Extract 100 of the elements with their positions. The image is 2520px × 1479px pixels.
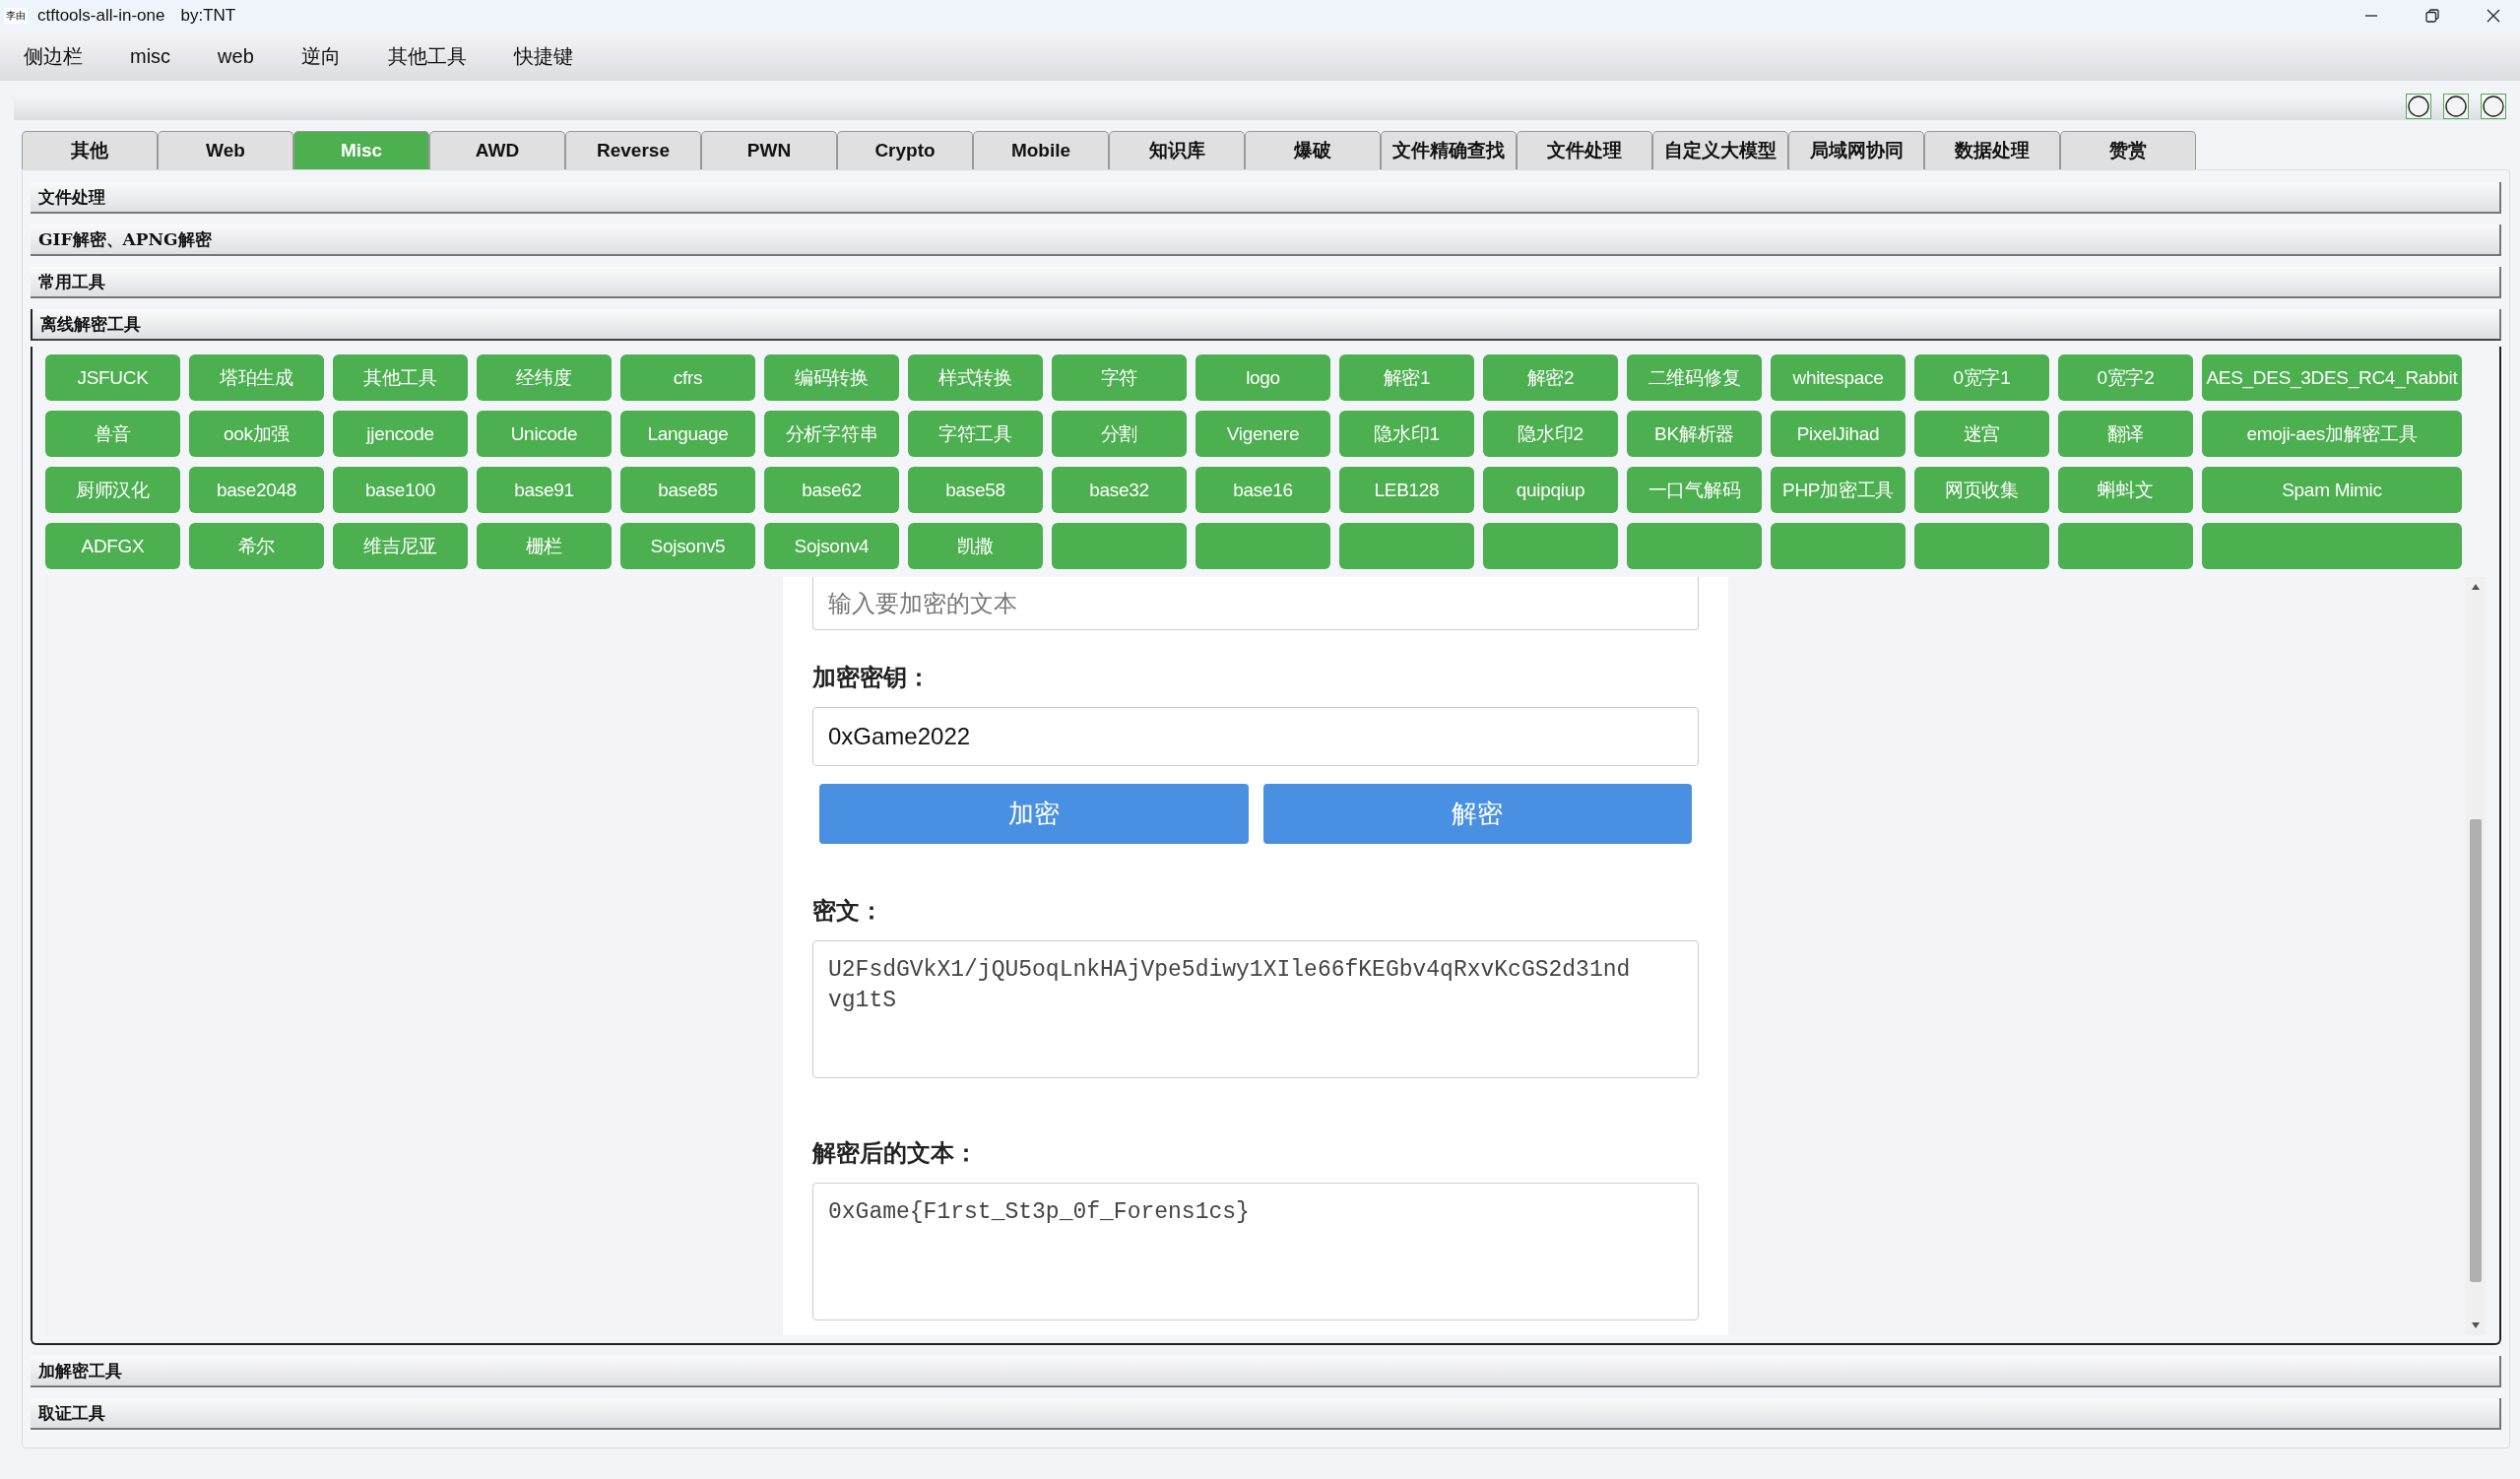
tool-button[interactable]: PixelJihad [1771,411,1906,457]
tab[interactable]: 爆破 [1245,131,1381,169]
tool-button[interactable]: base2048 [189,467,324,513]
menu-item[interactable]: 其他工具 [387,42,467,70]
tool-button[interactable]: base85 [620,467,755,513]
tab[interactable]: Crypto [837,131,973,169]
tool-button[interactable]: 隐水印2 [1483,411,1618,457]
tab[interactable]: 自定义大模型 [1652,131,1788,169]
tool-button[interactable]: base16 [1195,467,1330,513]
tab[interactable]: 知识库 [1109,131,1245,169]
tool-button[interactable]: 分析字符串 [764,411,899,457]
circle-icon[interactable] [2443,94,2469,119]
tool-button[interactable]: 一口气解码 [1627,467,1762,513]
tab[interactable]: 局域网协同 [1788,131,1924,169]
tab[interactable]: Mobile [973,131,1109,169]
tool-button[interactable]: 0宽字1 [1914,354,2049,401]
tool-button[interactable]: 解密2 [1483,354,1618,401]
tool-button[interactable]: Sojsonv4 [764,523,899,569]
tool-button[interactable]: Sojsonv5 [620,523,755,569]
menu-item[interactable]: 逆向 [300,42,341,70]
tool-button[interactable]: 厨师汉化 [45,467,180,513]
tool-button[interactable]: quipqiup [1483,467,1618,513]
tab[interactable]: 文件处理 [1517,131,1652,169]
menu-item[interactable]: 快捷键 [513,42,573,70]
tool-button[interactable]: Spam Mimic [2202,467,2462,513]
section-header[interactable]: GIF解密、APNG解密 [31,225,2501,256]
tool-button[interactable] [1483,523,1618,569]
tool-button[interactable]: AES_DES_3DES_RC4_Rabbit [2202,354,2462,401]
key-field[interactable]: 0xGame2022 [812,707,1699,766]
tool-button[interactable]: whitespace [1771,354,1906,401]
tool-button[interactable]: base58 [908,467,1043,513]
tool-button[interactable]: 凯撒 [908,523,1043,569]
section-header[interactable]: 取证工具 [31,1398,2501,1430]
scroll-down-icon[interactable] [2471,1321,2481,1329]
tool-button[interactable]: 解密1 [1339,354,1474,401]
plaintext-area[interactable]: 0xGame{F1rst_St3p_0f_Forens1cs} [812,1183,1699,1320]
tool-button[interactable]: ADFGX [45,523,180,569]
tool-button[interactable]: 经纬度 [477,354,612,401]
section-header[interactable]: 常用工具 [31,267,2501,298]
tool-button[interactable]: Vigenere [1195,411,1330,457]
action-button[interactable]: 加密 [819,784,1249,844]
tool-button[interactable]: 塔珀生成 [189,354,324,401]
tab[interactable]: PWN [701,131,837,169]
tab[interactable]: AWD [429,131,565,169]
tool-button[interactable] [2058,523,2193,569]
menu-item[interactable]: 侧边栏 [24,42,83,70]
action-button[interactable]: 解密 [1262,784,1692,844]
tool-button[interactable]: 字符工具 [908,411,1043,457]
ciphertext-area[interactable]: U2FsdGVkX1/jQU5oqLnkHAjVpe5diwy1XIle66fKEGbv4qRxvKcGS2d31ndvg1tS [812,940,1699,1078]
tool-button[interactable]: emoji-aes加解密工具 [2202,411,2462,457]
tool-button[interactable]: jjencode [333,411,468,457]
tool-button[interactable]: ook加强 [189,411,324,457]
tool-button[interactable]: cfrs [620,354,755,401]
tab[interactable]: 数据处理 [1924,131,2060,169]
tool-button[interactable]: BK解析器 [1627,411,1762,457]
section-header[interactable]: 离线解密工具 [31,309,2501,341]
tool-button[interactable]: 栅栏 [477,523,612,569]
tab[interactable]: Web [158,131,293,169]
tab[interactable]: 赞赏 [2060,131,2196,169]
tool-button[interactable]: 希尔 [189,523,324,569]
restore-icon[interactable] [2425,9,2439,23]
tool-button[interactable]: 分割 [1052,411,1187,457]
tab[interactable]: 文件精确查找 [1381,131,1517,169]
tool-button[interactable]: 二维码修复 [1627,354,1762,401]
tool-button[interactable]: 字符 [1052,354,1187,401]
tool-button[interactable]: 0宽字2 [2058,354,2193,401]
tool-button[interactable]: Language [620,411,755,457]
tool-button[interactable]: 翻译 [2058,411,2193,457]
section-header[interactable]: 加解密工具 [31,1356,2501,1387]
tool-button[interactable]: JSFUCK [45,354,180,401]
tool-button[interactable] [2202,523,2462,569]
tool-button[interactable]: Unicode [477,411,612,457]
tool-button[interactable] [1052,523,1187,569]
tool-button[interactable]: 迷宫 [1914,411,2049,457]
tab[interactable]: Misc [293,131,429,169]
tool-button[interactable]: base62 [764,467,899,513]
tool-button[interactable] [1195,523,1330,569]
close-icon[interactable] [2487,9,2500,23]
circle-icon[interactable] [2481,94,2506,119]
menu-item[interactable]: misc [130,44,171,68]
tool-button[interactable]: logo [1195,354,1330,401]
tool-button[interactable]: 蝌蚪文 [2058,467,2193,513]
section-header[interactable]: 文件处理 [31,182,2501,214]
tool-button[interactable]: PHP加密工具 [1771,467,1906,513]
tool-button[interactable]: 网页收集 [1914,467,2049,513]
tab[interactable]: 其他 [22,131,158,169]
tool-button[interactable]: base32 [1052,467,1187,513]
tool-button[interactable]: 维吉尼亚 [333,523,468,569]
tool-button[interactable] [1914,523,2049,569]
tool-button[interactable] [1771,523,1906,569]
tool-button[interactable] [1339,523,1474,569]
tool-button[interactable]: 其他工具 [333,354,468,401]
tool-button[interactable]: base91 [477,467,612,513]
scroll-up-icon[interactable] [2471,583,2481,591]
tool-button[interactable]: 隐水印1 [1339,411,1474,457]
scrollbar[interactable] [2466,577,2486,1335]
tool-button[interactable]: 兽音 [45,411,180,457]
tool-button[interactable]: 编码转换 [764,354,899,401]
tool-button[interactable]: LEB128 [1339,467,1474,513]
tool-button[interactable]: base100 [333,467,468,513]
